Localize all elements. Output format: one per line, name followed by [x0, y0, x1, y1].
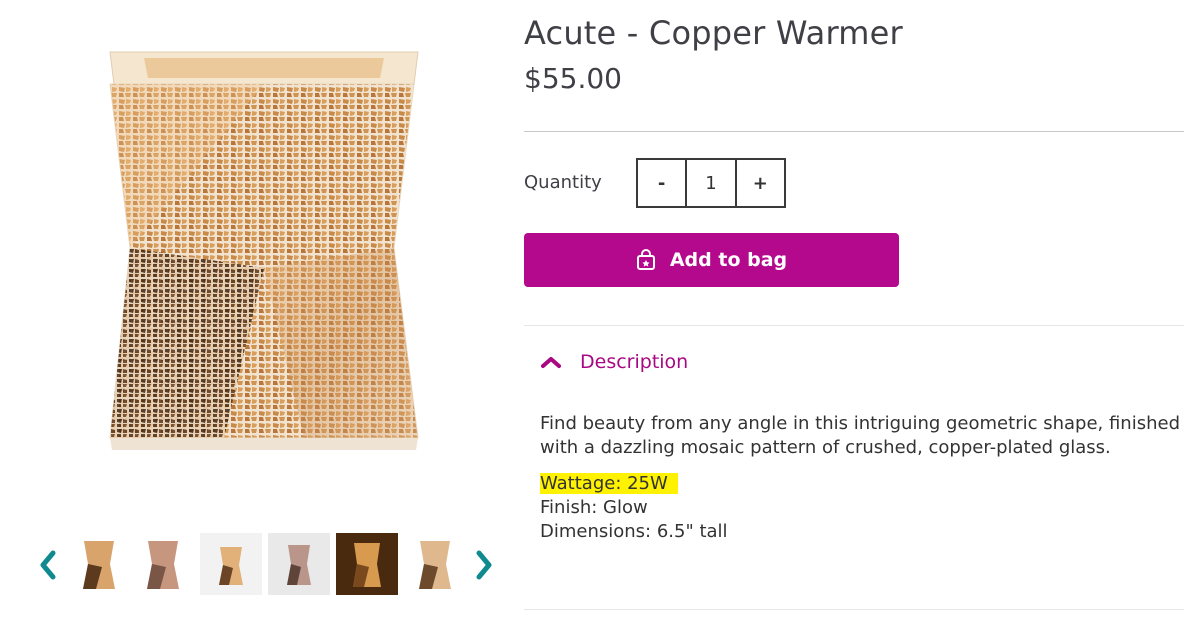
- chevron-right-icon[interactable]: [472, 549, 496, 581]
- finish-spec: Finish: Glow: [540, 497, 648, 518]
- product-main-image: [104, 38, 424, 458]
- description-heading: Description: [580, 351, 689, 373]
- quantity-input[interactable]: [687, 160, 735, 206]
- thumbnail-5[interactable]: [336, 533, 398, 595]
- divider: [524, 609, 1184, 610]
- divider: [524, 325, 1184, 326]
- quantity-stepper: - +: [636, 158, 786, 208]
- thumbnail-3[interactable]: [200, 533, 262, 595]
- description-toggle[interactable]: Description: [540, 347, 688, 377]
- description-text: Find beauty from any angle in this intri…: [540, 413, 1181, 458]
- thumbnail-6[interactable]: [404, 533, 466, 595]
- add-to-bag-label: Add to bag: [669, 249, 788, 271]
- shopping-bag-icon: [636, 249, 656, 271]
- chevron-left-icon[interactable]: [36, 549, 60, 581]
- thumbnail-2[interactable]: [132, 533, 194, 595]
- thumbnail-4[interactable]: [268, 533, 330, 595]
- thumbnail-1[interactable]: [68, 533, 130, 595]
- product-title: Acute - Copper Warmer: [524, 14, 903, 52]
- product-price: $55.00: [524, 62, 622, 95]
- divider: [524, 131, 1184, 132]
- wattage-spec: Wattage: 25W: [540, 473, 678, 494]
- quantity-decrement-button[interactable]: -: [638, 160, 688, 206]
- thumbnail-gallery: [36, 533, 506, 597]
- add-to-bag-button[interactable]: Add to bag: [524, 233, 899, 287]
- quantity-field-cell: [687, 160, 737, 206]
- chevron-up-icon: [540, 355, 562, 369]
- description-body: Find beauty from any angle in this intri…: [540, 412, 1180, 544]
- quantity-label: Quantity: [524, 172, 602, 193]
- quantity-increment-button[interactable]: +: [737, 160, 784, 206]
- dimensions-spec: Dimensions: 6.5" tall: [540, 521, 728, 542]
